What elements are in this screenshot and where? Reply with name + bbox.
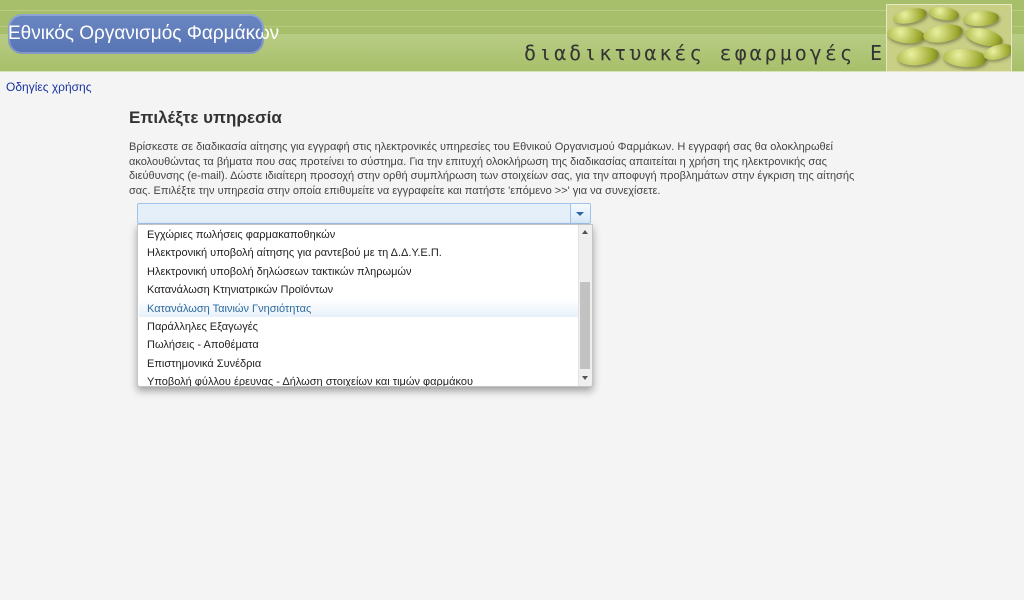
scrollbar-thumb[interactable] xyxy=(580,282,590,369)
site-header: Εθνικός Οργανισμός Φαρμάκων διαδικτυακές… xyxy=(0,0,1024,72)
list-item[interactable]: Υποβολή φύλλου έρευνας - Δήλωση στοιχείω… xyxy=(147,373,473,386)
pills-image xyxy=(886,4,1012,72)
site-logo[interactable]: Εθνικός Οργανισμός Φαρμάκων xyxy=(8,14,279,54)
dropdown-toggle-button[interactable] xyxy=(570,204,590,223)
header-divider xyxy=(0,71,1024,72)
list-scrollbar[interactable] xyxy=(578,225,592,386)
page-title: Επιλέξτε υπηρεσία xyxy=(129,108,282,127)
service-options-list[interactable]: Εγχώριες πωλήσεις φαρμακαποθηκών Ηλεκτρο… xyxy=(137,224,593,387)
header-stripe xyxy=(0,10,1024,11)
service-select[interactable] xyxy=(137,203,591,224)
list-item[interactable]: Επιστημονικά Συνέδρια xyxy=(147,355,261,373)
list-item[interactable]: Ηλεκτρονική υποβολή δηλώσεων τακτικών πλ… xyxy=(147,263,412,281)
list-item[interactable]: Κατανάλωση Ταινιών Γνησιότητας xyxy=(147,300,311,318)
list-item[interactable]: Παράλληλες Εξαγωγές xyxy=(147,318,258,336)
scroll-up-icon[interactable] xyxy=(582,230,588,234)
list-item[interactable]: Εγχώριες πωλήσεις φαρμακαποθηκών xyxy=(147,226,335,244)
chevron-down-icon xyxy=(576,212,584,216)
intro-text: Βρίσκεστε σε διαδικασία αίτησης για εγγρ… xyxy=(129,141,855,197)
list-item[interactable]: Κατανάλωση Κτηνιατρικών Προϊόντων xyxy=(147,281,333,299)
list-item[interactable]: Ηλεκτρονική υποβολή αίτησης για ραντεβού… xyxy=(147,244,442,262)
help-link[interactable]: Οδηγίες χρήσης xyxy=(6,80,91,94)
list-item[interactable]: Πωλήσεις - Αποθέματα xyxy=(147,336,259,354)
scroll-down-icon[interactable] xyxy=(582,376,588,380)
header-subtitle: διαδικτυακές εφαρμογές ΕΟΦ xyxy=(524,41,916,65)
